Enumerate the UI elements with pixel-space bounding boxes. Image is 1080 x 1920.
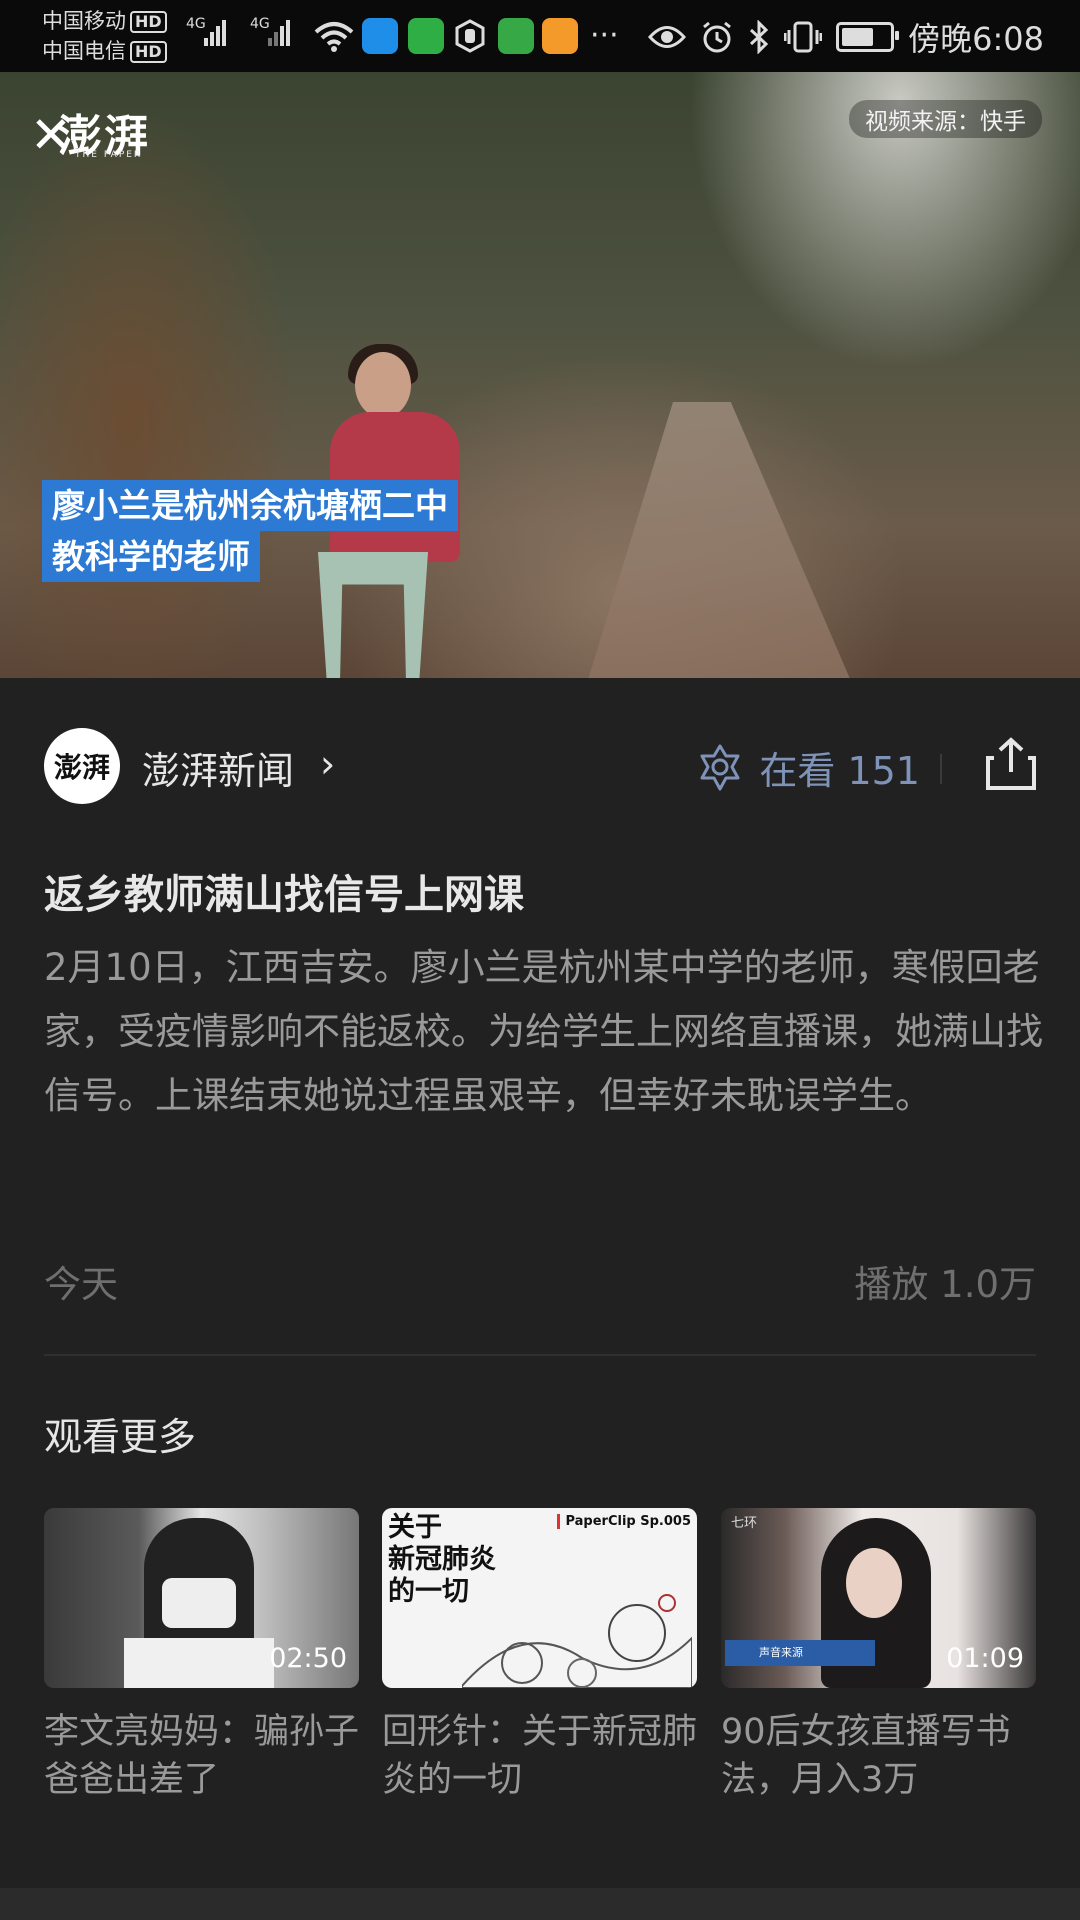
- publisher-avatar[interactable]: 澎湃: [44, 728, 120, 804]
- video-scene-head: [355, 352, 411, 418]
- clock: 傍晚6:08: [908, 20, 1044, 58]
- bottom-bar: [0, 1888, 1080, 1920]
- section-divider: [44, 1354, 1036, 1356]
- carrier-2: 中国电信: [42, 39, 126, 63]
- video-caption-line-1: 廖小兰是杭州余杭塘栖二中: [42, 480, 458, 531]
- video-caption: 廖小兰是杭州余杭塘栖二中 教科学的老师: [42, 480, 458, 582]
- hd-badge-1: HD: [130, 11, 167, 33]
- wifi-icon: [314, 22, 354, 52]
- related-video-title[interactable]: 90后女孩直播写书法，月入3万: [721, 1708, 1036, 1804]
- related-video-card[interactable]: 七环 声音来源 01:09 90后女孩直播写书法，月入3万: [721, 1508, 1036, 1804]
- thepaper-logo-sub: THE PAPER: [75, 150, 143, 160]
- network-type-2: 4G: [250, 16, 270, 32]
- thumbnail-tag: PaperClip Sp.005: [557, 1514, 691, 1529]
- chevron-right-icon[interactable]: ›: [320, 742, 335, 786]
- video-scene-path: [581, 402, 860, 678]
- qq-app-icon: [362, 18, 398, 54]
- status-right: 傍晚6:08: [648, 14, 1044, 60]
- thumbnail-tag: 七环: [731, 1516, 758, 1531]
- carrier-info: 中国移动 HD 中国电信 HD: [42, 6, 167, 66]
- article-description: 2月10日，江西吉安。廖小兰是杭州某中学的老师，寒假回老家，受疫情影响不能返校。…: [44, 946, 1043, 1117]
- bluetooth-icon: [750, 20, 769, 54]
- thumbnail-mask: [162, 1578, 236, 1628]
- vibrate-icon: [784, 21, 823, 53]
- divider: [940, 754, 942, 784]
- video-app-icon: [542, 18, 578, 54]
- network-type-1: 4G: [186, 16, 206, 32]
- publisher-row: 澎湃 澎湃新闻 › 在看 151: [44, 726, 1038, 806]
- signal-icon-2: [268, 20, 292, 46]
- video-source-badge: 视频来源：快手: [849, 100, 1042, 138]
- related-video-thumbnail[interactable]: 02:50: [44, 1508, 359, 1688]
- signal-icon-1: [204, 20, 228, 46]
- green-app-icon: [408, 18, 444, 54]
- hand-stop-icon: [455, 19, 485, 53]
- thumbnail-banner: 声音来源: [725, 1640, 875, 1666]
- eye-icon: [648, 26, 687, 48]
- virus-illustration: [462, 1594, 692, 1688]
- thumbnail-face: [846, 1548, 902, 1618]
- related-video-card[interactable]: 关于 新冠肺炎 的一切 PaperClip Sp.005 回形针：关于新冠肺炎的…: [382, 1508, 697, 1804]
- video-duration: 02:50: [269, 1643, 347, 1674]
- more-notifications-icon: ···: [590, 18, 619, 53]
- article-title: 返乡教师满山找信号上网课: [44, 872, 524, 918]
- article-date: 今天: [44, 1263, 118, 1306]
- close-icon[interactable]: ✕: [30, 110, 72, 160]
- alarm-icon: [703, 21, 732, 53]
- hd-badge-2: HD: [130, 41, 167, 63]
- publisher-name[interactable]: 澎湃新闻: [142, 740, 294, 795]
- battery-icon: [836, 22, 900, 52]
- video-caption-line-2: 教科学的老师: [42, 531, 260, 582]
- thumbnail-coat: [124, 1638, 274, 1688]
- related-video-thumbnail[interactable]: 关于 新冠肺炎 的一切 PaperClip Sp.005: [382, 1508, 697, 1688]
- fruit-app-icon: [498, 18, 534, 54]
- watching-icon: [700, 744, 740, 790]
- more-section-title: 观看更多: [44, 1415, 197, 1459]
- play-count: 播放 1.0万: [854, 1263, 1036, 1306]
- video-player[interactable]: 澎湃 THE PAPER ✕ 视频来源：快手 廖小兰是杭州余杭塘栖二中 教科学的…: [0, 72, 1080, 678]
- carrier-1: 中国移动: [42, 9, 126, 33]
- status-bar: 中国移动 HD 中国电信 HD 4G 4G ··· 傍晚6:08: [0, 0, 1080, 72]
- share-icon[interactable]: [984, 736, 1038, 792]
- related-video-title[interactable]: 李文亮妈妈：骗孙子爸爸出差了: [44, 1708, 359, 1804]
- video-duration: 01:09: [946, 1643, 1024, 1674]
- related-video-thumbnail[interactable]: 七环 声音来源 01:09: [721, 1508, 1036, 1688]
- related-video-card[interactable]: 02:50 李文亮妈妈：骗孙子爸爸出差了: [44, 1508, 359, 1804]
- watching-button[interactable]: 在看 151: [695, 740, 920, 795]
- related-video-title[interactable]: 回形针：关于新冠肺炎的一切: [382, 1708, 697, 1804]
- watching-count: 在看 151: [759, 749, 920, 793]
